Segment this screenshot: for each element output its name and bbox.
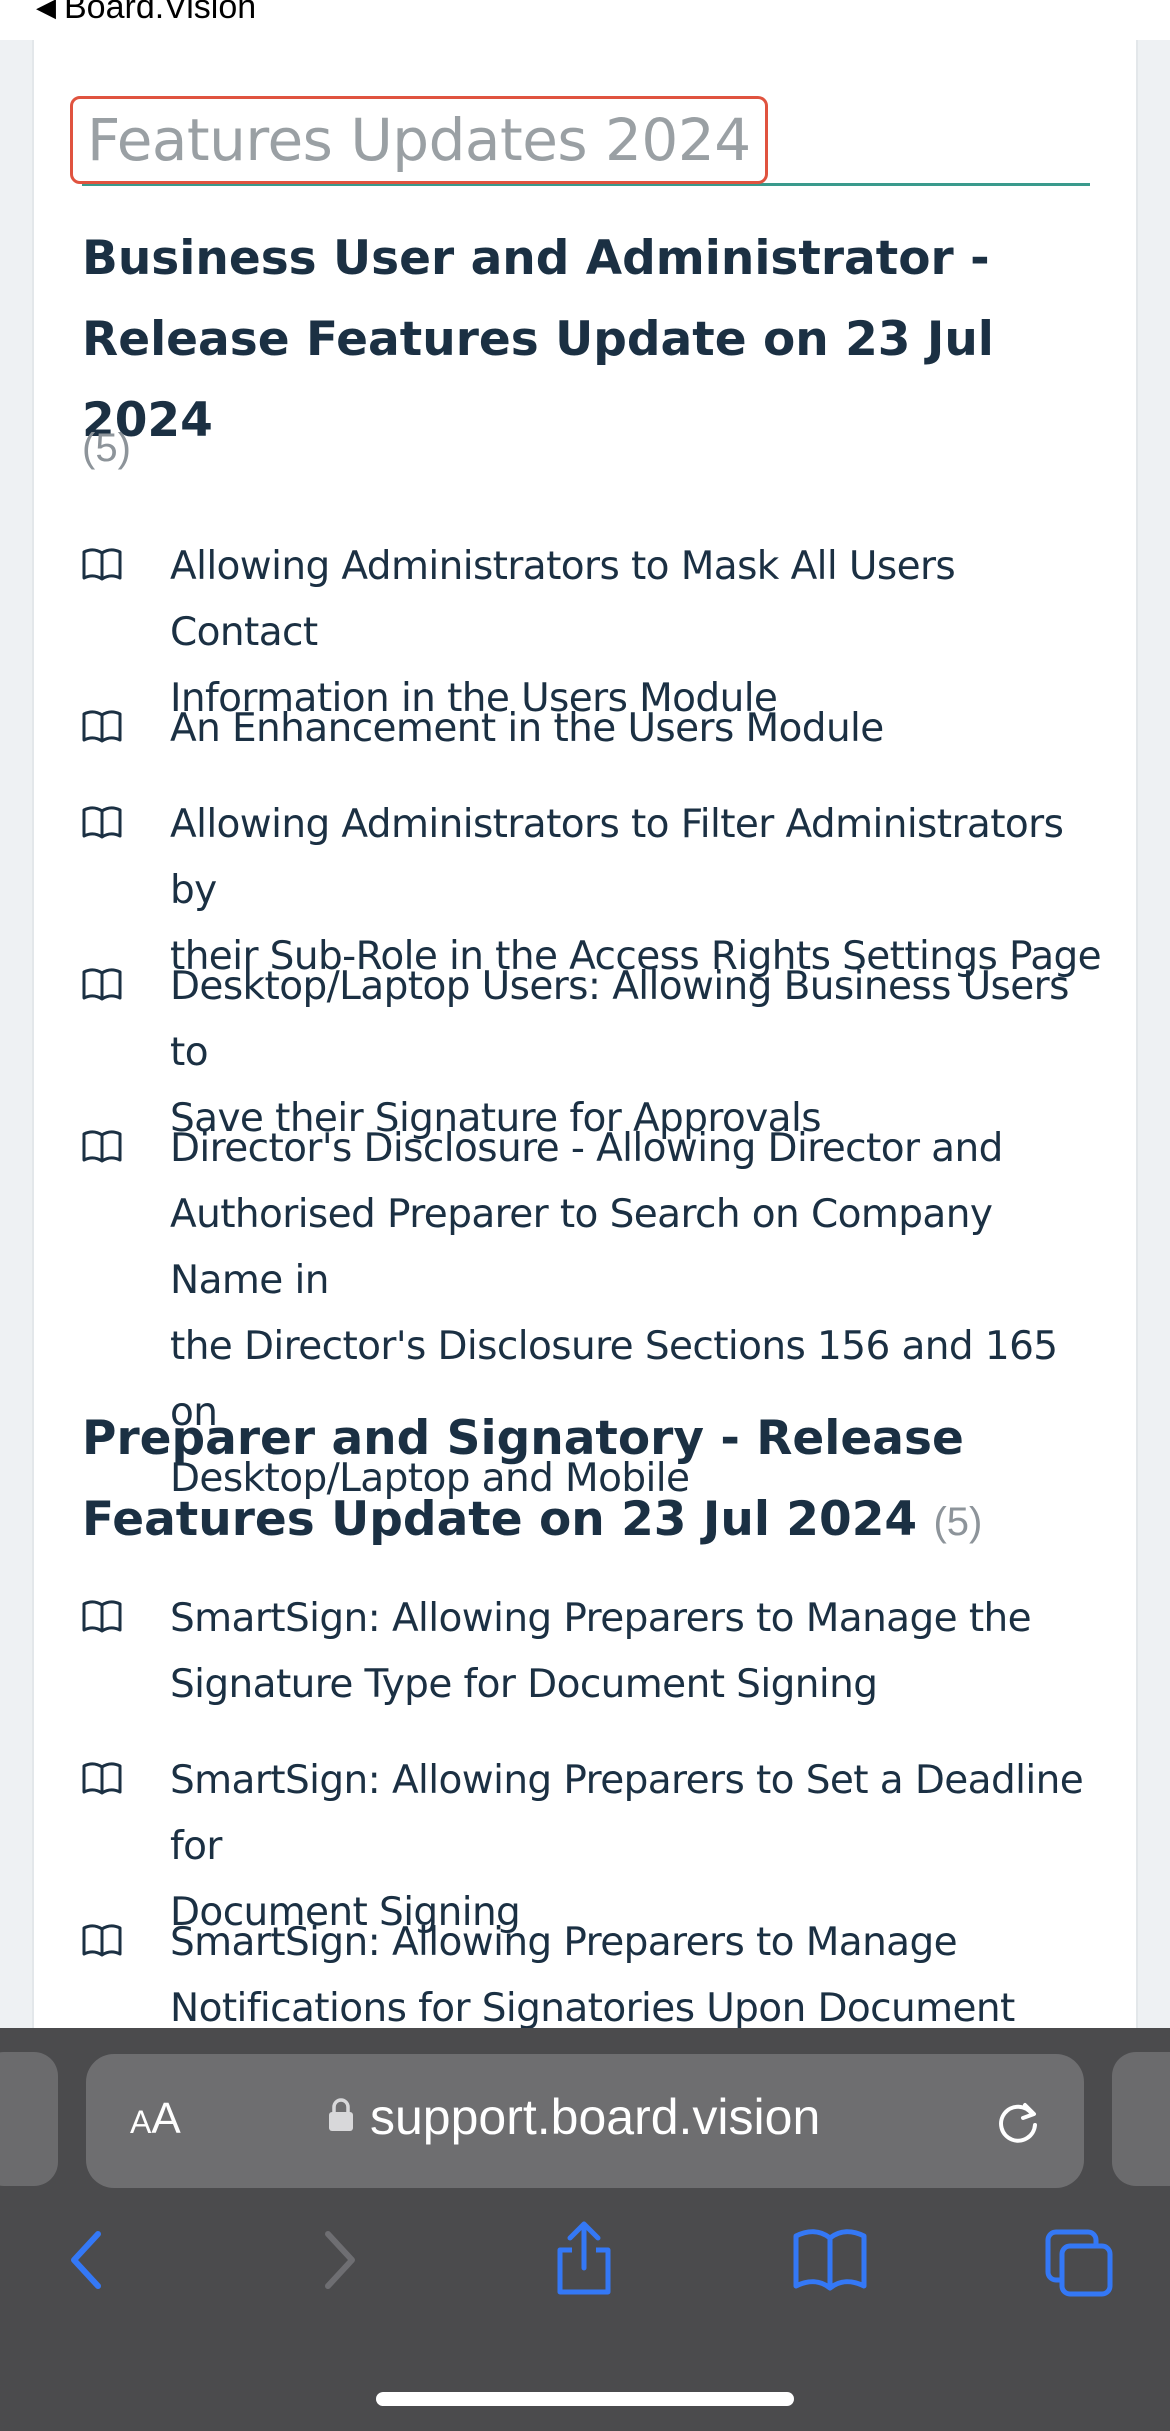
- group-title[interactable]: Preparer and Signatory - Release Feature…: [82, 1398, 1102, 1563]
- article-group-business-user: Business User and Administrator - Releas…: [82, 218, 1102, 1501]
- group-title[interactable]: Business User and Administrator - Releas…: [82, 218, 1102, 461]
- group-count: (5): [82, 426, 131, 470]
- article-title-line: An Enhancement in the Users Module: [170, 706, 884, 751]
- home-indicator: [376, 2392, 794, 2406]
- aa-small-label: A: [130, 2104, 152, 2140]
- article-title: SmartSign: Allowing Preparers to Manage …: [170, 1586, 1032, 1718]
- article-title-line: Authorised Preparer to Search on Company…: [170, 1192, 993, 1303]
- book-icon: [82, 1586, 170, 1718]
- section-title[interactable]: Features Updates 2024: [70, 96, 768, 184]
- reload-icon[interactable]: [992, 2094, 1044, 2155]
- share-icon[interactable]: [552, 2218, 616, 2303]
- group-title-line: Features Update on 23 Jul 2024 (5): [82, 1479, 1102, 1563]
- address-bar[interactable]: AA support.board.vision: [86, 2054, 1084, 2188]
- group-title-line: Release Features Update on 23 Jul 2024: [82, 312, 994, 448]
- status-bar: ◀ Board.Vision: [0, 0, 1170, 40]
- back-link-label: Board.Vision: [64, 0, 257, 26]
- article-title-line: Allowing Administrators to Mask All User…: [170, 544, 956, 655]
- article-title: An Enhancement in the Users Module: [170, 696, 884, 762]
- section-header: Features Updates 2024: [70, 96, 1090, 186]
- group-count: (5): [933, 1500, 983, 1544]
- article-link[interactable]: SmartSign: Allowing Preparers to Manage …: [82, 1586, 1102, 1718]
- url-display[interactable]: support.board.vision: [326, 2088, 820, 2146]
- article-title-line: Desktop/Laptop Users: Allowing Business …: [170, 964, 1069, 1075]
- article-title-line: SmartSign: Allowing Preparers to Manage …: [170, 1596, 1032, 1641]
- content-card: Features Updates 2024 Business User and …: [32, 40, 1138, 2031]
- back-triangle-icon: ◀: [36, 0, 56, 22]
- group-title-line-text: Features Update on 23 Jul 2024: [82, 1492, 918, 1547]
- next-tab-preview[interactable]: [1112, 2052, 1170, 2186]
- back-to-app-link[interactable]: ◀ Board.Vision: [36, 0, 256, 27]
- article-title: SmartSign: Allowing Preparers to Manage …: [170, 1910, 1015, 2042]
- back-icon[interactable]: [66, 2228, 106, 2297]
- url-text: support.board.vision: [370, 2089, 821, 2145]
- tabs-icon[interactable]: [1044, 2228, 1116, 2305]
- previous-tab-preview[interactable]: [0, 2052, 58, 2186]
- article-link[interactable]: An Enhancement in the Users Module: [82, 696, 1102, 762]
- article-link[interactable]: SmartSign: Allowing Preparers to Manage …: [82, 1910, 1102, 2042]
- article-title-line: Director's Disclosure - Allowing Directo…: [170, 1126, 1003, 1171]
- book-icon: [82, 696, 170, 762]
- article-group-preparer-signatory: Preparer and Signatory - Release Feature…: [82, 1398, 1102, 2031]
- article-title-line: Signature Type for Document Signing: [170, 1662, 878, 1707]
- book-icon: [82, 1910, 170, 2042]
- lock-icon: [326, 2097, 356, 2138]
- group-title-line: Business User and Administrator -: [82, 231, 990, 286]
- aa-large-label: A: [151, 2094, 181, 2143]
- article-title-line: SmartSign: Allowing Preparers to Set a D…: [170, 1758, 1084, 1869]
- bookmarks-icon[interactable]: [792, 2228, 868, 2297]
- article-title-line: SmartSign: Allowing Preparers to Manage: [170, 1920, 958, 1965]
- group-title-line: Preparer and Signatory - Release: [82, 1411, 964, 1466]
- article-title-line: Allowing Administrators to Filter Admini…: [170, 802, 1064, 913]
- forward-icon[interactable]: [320, 2228, 360, 2297]
- page-settings-button[interactable]: AA: [130, 2094, 181, 2144]
